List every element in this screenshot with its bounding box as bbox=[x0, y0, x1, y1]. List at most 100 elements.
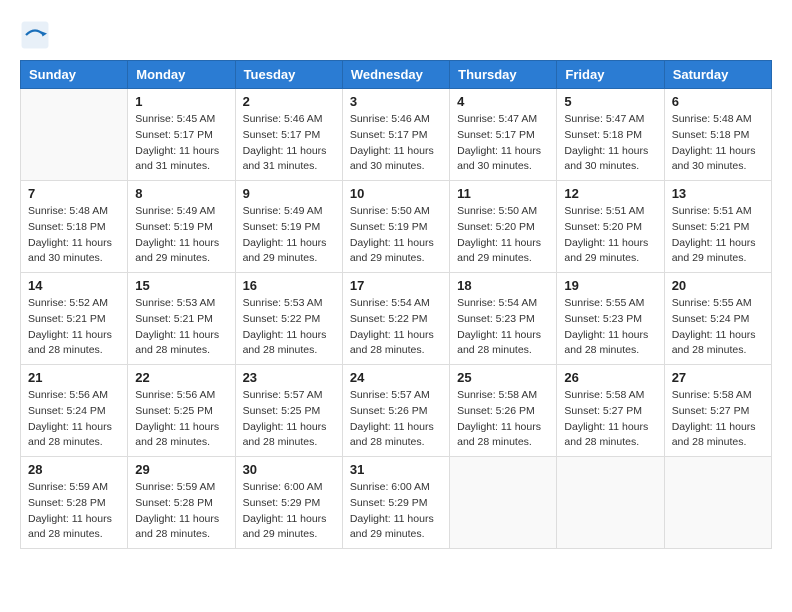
calendar-cell: 6Sunrise: 5:48 AM Sunset: 5:18 PM Daylig… bbox=[664, 89, 771, 181]
day-number: 11 bbox=[457, 186, 549, 201]
day-number: 3 bbox=[350, 94, 442, 109]
calendar-cell: 29 Sunrise: 5:59 AM Sunset: 5:28 PM Dayli… bbox=[128, 457, 235, 549]
day-number: 30 bbox=[243, 462, 335, 477]
col-header-saturday: Saturday bbox=[664, 61, 771, 89]
calendar-cell: 16 Sunrise: 5:53 AM Sunset: 5:22 PM Dayli… bbox=[235, 273, 342, 365]
day-number: 25 bbox=[457, 370, 549, 385]
calendar-cell: 19 Sunrise: 5:55 AM Sunset: 5:23 PM Dayli… bbox=[557, 273, 664, 365]
calendar-cell: 7 Sunrise: 5:48 AM Sunset: 5:18 PM Daylig… bbox=[21, 181, 128, 273]
calendar-cell: 10 Sunrise: 5:50 AM Sunset: 5:19 PM Dayli… bbox=[342, 181, 449, 273]
day-info: Sunrise: 5:56 AM Sunset: 5:24 PM Dayligh… bbox=[28, 388, 120, 451]
day-info: Sunrise: 5:52 AM Sunset: 5:21 PM Dayligh… bbox=[28, 296, 120, 359]
day-number: 5 bbox=[564, 94, 656, 109]
day-number: 19 bbox=[564, 278, 656, 293]
day-number: 2 bbox=[243, 94, 335, 109]
day-info: Sunrise: 5:55 AM Sunset: 5:23 PM Dayligh… bbox=[564, 296, 656, 359]
day-info: Sunrise: 5:48 AM Sunset: 5:18 PM Dayligh… bbox=[28, 204, 120, 267]
calendar-cell: 24 Sunrise: 5:57 AM Sunset: 5:26 PM Dayli… bbox=[342, 365, 449, 457]
day-number: 16 bbox=[243, 278, 335, 293]
calendar-cell: 27Sunrise: 5:58 AM Sunset: 5:27 PM Dayli… bbox=[664, 365, 771, 457]
calendar-cell: 5 Sunrise: 5:47 AM Sunset: 5:18 PM Daylig… bbox=[557, 89, 664, 181]
day-number: 31 bbox=[350, 462, 442, 477]
calendar-cell: 25Sunrise: 5:58 AM Sunset: 5:26 PM Dayli… bbox=[450, 365, 557, 457]
calendar-cell: 8 Sunrise: 5:49 AM Sunset: 5:19 PM Daylig… bbox=[128, 181, 235, 273]
calendar-cell: 30 Sunrise: 6:00 AM Sunset: 5:29 PM Dayli… bbox=[235, 457, 342, 549]
col-header-sunday: Sunday bbox=[21, 61, 128, 89]
calendar-cell: 28 Sunrise: 5:59 AM Sunset: 5:28 PM Dayli… bbox=[21, 457, 128, 549]
week-row-5: 28 Sunrise: 5:59 AM Sunset: 5:28 PM Dayli… bbox=[21, 457, 772, 549]
day-number: 14 bbox=[28, 278, 120, 293]
day-info: Sunrise: 5:53 AM Sunset: 5:21 PM Dayligh… bbox=[135, 296, 227, 359]
day-number: 6 bbox=[672, 94, 764, 109]
calendar-cell: 4Sunrise: 5:47 AM Sunset: 5:17 PM Daylig… bbox=[450, 89, 557, 181]
calendar-cell: 17 Sunrise: 5:54 AM Sunset: 5:22 PM Dayli… bbox=[342, 273, 449, 365]
day-info: Sunrise: 5:56 AM Sunset: 5:25 PM Dayligh… bbox=[135, 388, 227, 451]
day-info: Sunrise: 5:45 AM Sunset: 5:17 PM Dayligh… bbox=[135, 112, 227, 175]
day-info: Sunrise: 5:46 AM Sunset: 5:17 PM Dayligh… bbox=[350, 112, 442, 175]
calendar-cell: 11Sunrise: 5:50 AM Sunset: 5:20 PM Dayli… bbox=[450, 181, 557, 273]
week-row-2: 7 Sunrise: 5:48 AM Sunset: 5:18 PM Daylig… bbox=[21, 181, 772, 273]
calendar-cell: 21 Sunrise: 5:56 AM Sunset: 5:24 PM Dayli… bbox=[21, 365, 128, 457]
day-info: Sunrise: 5:50 AM Sunset: 5:19 PM Dayligh… bbox=[350, 204, 442, 267]
calendar-cell: 26 Sunrise: 5:58 AM Sunset: 5:27 PM Dayli… bbox=[557, 365, 664, 457]
day-info: Sunrise: 5:55 AM Sunset: 5:24 PM Dayligh… bbox=[672, 296, 764, 359]
day-number: 8 bbox=[135, 186, 227, 201]
calendar-cell: 9Sunrise: 5:49 AM Sunset: 5:19 PM Daylig… bbox=[235, 181, 342, 273]
day-number: 24 bbox=[350, 370, 442, 385]
day-info: Sunrise: 5:54 AM Sunset: 5:22 PM Dayligh… bbox=[350, 296, 442, 359]
day-number: 28 bbox=[28, 462, 120, 477]
calendar-header: SundayMondayTuesdayWednesdayThursdayFrid… bbox=[21, 61, 772, 89]
day-number: 13 bbox=[672, 186, 764, 201]
day-info: Sunrise: 5:57 AM Sunset: 5:26 PM Dayligh… bbox=[350, 388, 442, 451]
day-info: Sunrise: 6:00 AM Sunset: 5:29 PM Dayligh… bbox=[243, 480, 335, 543]
calendar-cell: 12Sunrise: 5:51 AM Sunset: 5:20 PM Dayli… bbox=[557, 181, 664, 273]
day-info: Sunrise: 5:59 AM Sunset: 5:28 PM Dayligh… bbox=[135, 480, 227, 543]
day-info: Sunrise: 5:58 AM Sunset: 5:27 PM Dayligh… bbox=[564, 388, 656, 451]
day-number: 23 bbox=[243, 370, 335, 385]
day-info: Sunrise: 5:57 AM Sunset: 5:25 PM Dayligh… bbox=[243, 388, 335, 451]
day-number: 21 bbox=[28, 370, 120, 385]
day-info: Sunrise: 6:00 AM Sunset: 5:29 PM Dayligh… bbox=[350, 480, 442, 543]
day-number: 26 bbox=[564, 370, 656, 385]
day-number: 29 bbox=[135, 462, 227, 477]
calendar-cell: 23 Sunrise: 5:57 AM Sunset: 5:25 PM Dayli… bbox=[235, 365, 342, 457]
calendar-cell: 1 Sunrise: 5:45 AM Sunset: 5:17 PM Daylig… bbox=[128, 89, 235, 181]
col-header-tuesday: Tuesday bbox=[235, 61, 342, 89]
calendar-cell: 31 Sunrise: 6:00 AM Sunset: 5:29 PM Dayli… bbox=[342, 457, 449, 549]
calendar-cell bbox=[21, 89, 128, 181]
day-info: Sunrise: 5:47 AM Sunset: 5:17 PM Dayligh… bbox=[457, 112, 549, 175]
week-row-4: 21 Sunrise: 5:56 AM Sunset: 5:24 PM Dayli… bbox=[21, 365, 772, 457]
calendar-cell bbox=[450, 457, 557, 549]
day-number: 15 bbox=[135, 278, 227, 293]
calendar-cell: 13 Sunrise: 5:51 AM Sunset: 5:21 PM Dayli… bbox=[664, 181, 771, 273]
day-info: Sunrise: 5:59 AM Sunset: 5:28 PM Dayligh… bbox=[28, 480, 120, 543]
day-number: 18 bbox=[457, 278, 549, 293]
calendar-cell: 3 Sunrise: 5:46 AM Sunset: 5:17 PM Daylig… bbox=[342, 89, 449, 181]
calendar-cell: 2 Sunrise: 5:46 AM Sunset: 5:17 PM Daylig… bbox=[235, 89, 342, 181]
day-info: Sunrise: 5:47 AM Sunset: 5:18 PM Dayligh… bbox=[564, 112, 656, 175]
day-info: Sunrise: 5:58 AM Sunset: 5:27 PM Dayligh… bbox=[672, 388, 764, 451]
day-number: 10 bbox=[350, 186, 442, 201]
day-info: Sunrise: 5:54 AM Sunset: 5:23 PM Dayligh… bbox=[457, 296, 549, 359]
day-number: 9 bbox=[243, 186, 335, 201]
calendar-cell: 14 Sunrise: 5:52 AM Sunset: 5:21 PM Dayli… bbox=[21, 273, 128, 365]
day-number: 7 bbox=[28, 186, 120, 201]
day-number: 17 bbox=[350, 278, 442, 293]
col-header-friday: Friday bbox=[557, 61, 664, 89]
header-row: SundayMondayTuesdayWednesdayThursdayFrid… bbox=[21, 61, 772, 89]
day-info: Sunrise: 5:46 AM Sunset: 5:17 PM Dayligh… bbox=[243, 112, 335, 175]
day-info: Sunrise: 5:49 AM Sunset: 5:19 PM Dayligh… bbox=[135, 204, 227, 267]
day-info: Sunrise: 5:51 AM Sunset: 5:20 PM Dayligh… bbox=[564, 204, 656, 267]
col-header-monday: Monday bbox=[128, 61, 235, 89]
calendar-table: SundayMondayTuesdayWednesdayThursdayFrid… bbox=[20, 60, 772, 549]
calendar-cell bbox=[664, 457, 771, 549]
day-number: 1 bbox=[135, 94, 227, 109]
page-header bbox=[20, 20, 772, 50]
logo-icon bbox=[20, 20, 50, 50]
day-info: Sunrise: 5:51 AM Sunset: 5:21 PM Dayligh… bbox=[672, 204, 764, 267]
day-info: Sunrise: 5:53 AM Sunset: 5:22 PM Dayligh… bbox=[243, 296, 335, 359]
calendar-body: 1 Sunrise: 5:45 AM Sunset: 5:17 PM Daylig… bbox=[21, 89, 772, 549]
day-number: 22 bbox=[135, 370, 227, 385]
calendar-cell: 22 Sunrise: 5:56 AM Sunset: 5:25 PM Dayli… bbox=[128, 365, 235, 457]
week-row-3: 14 Sunrise: 5:52 AM Sunset: 5:21 PM Dayli… bbox=[21, 273, 772, 365]
